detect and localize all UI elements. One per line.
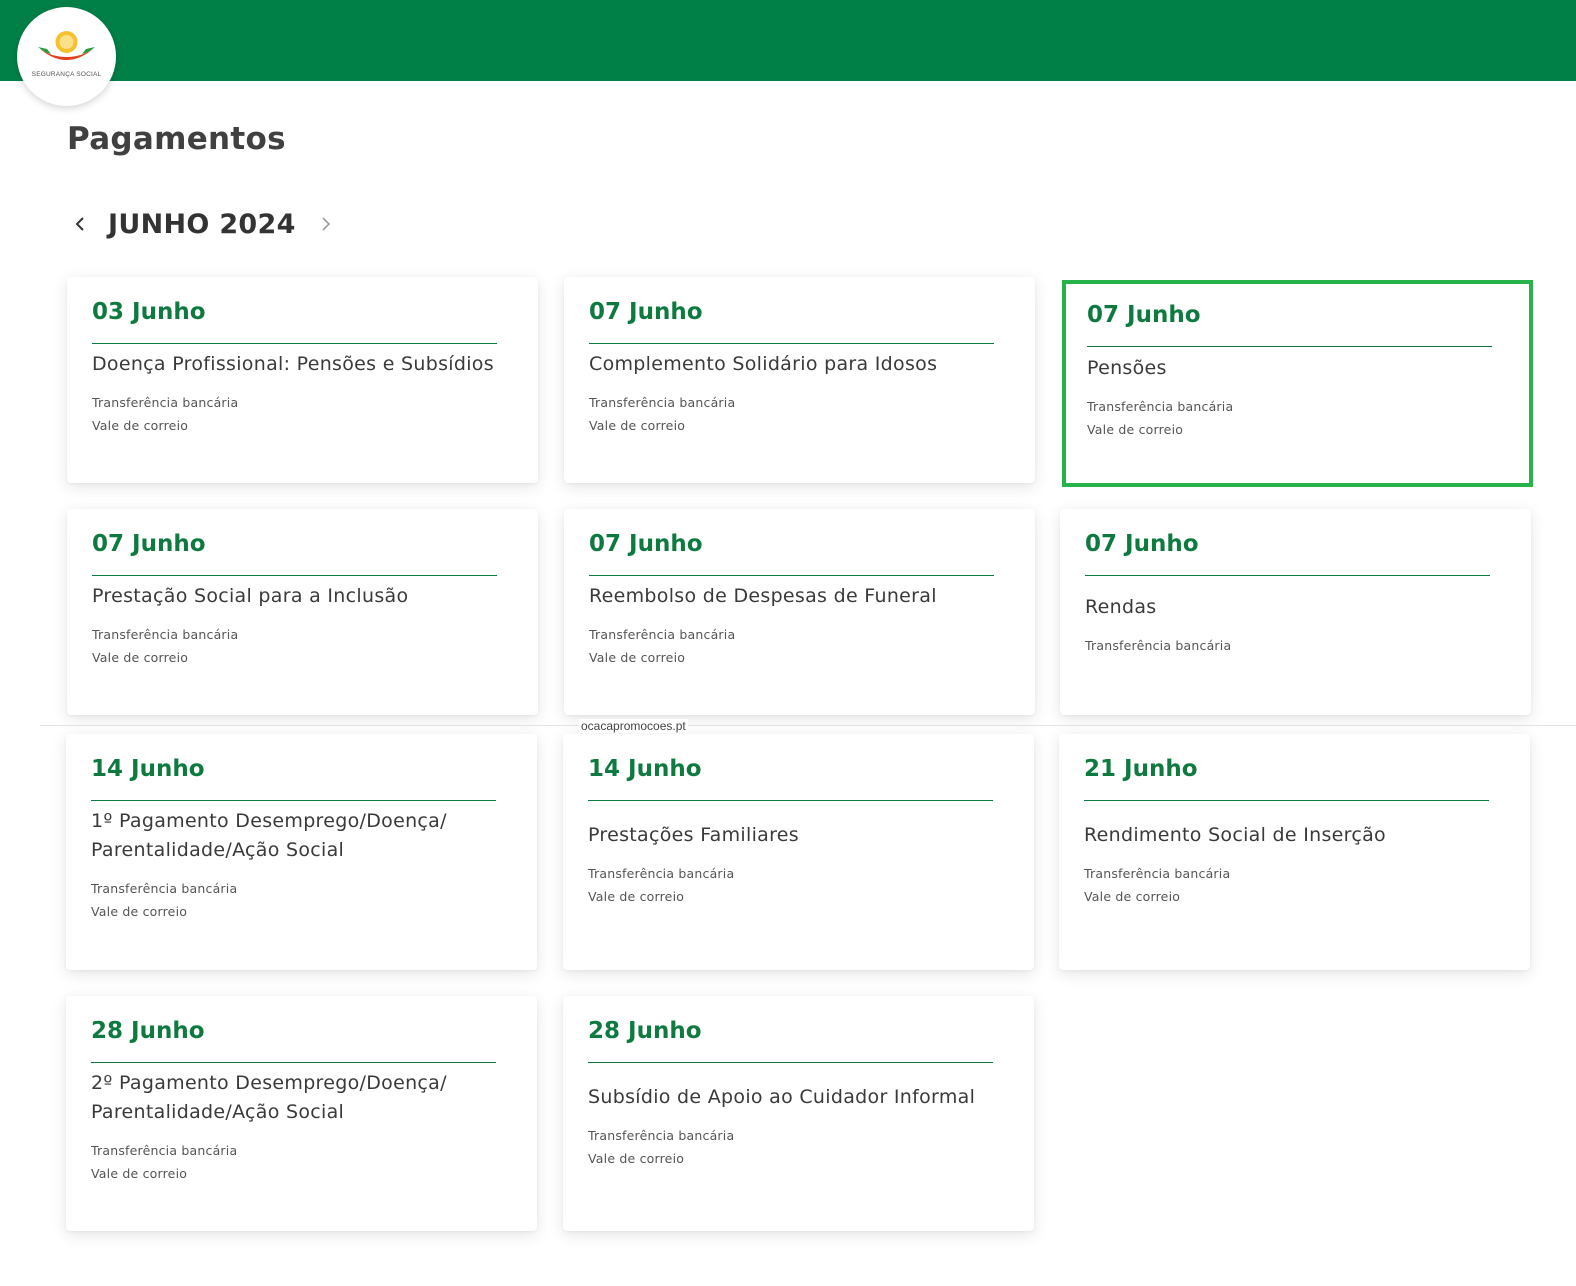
payment-method: Transferência bancária	[589, 395, 736, 410]
payment-card[interactable]: 14 Junho 1º Pagamento Desemprego/Doença/ …	[66, 734, 537, 970]
payment-method: Vale de correio	[92, 418, 189, 433]
payment-card[interactable]: 07 Junho Rendas Transferência bancária	[1060, 509, 1531, 715]
payment-method: Transferência bancária	[92, 395, 239, 410]
card-body: Rendas Transferência bancária	[1085, 593, 1511, 657]
payment-methods: Transferência bancária Vale de correio	[91, 877, 517, 923]
card-divider	[1087, 346, 1492, 347]
payment-method: Transferência bancária	[588, 1128, 735, 1143]
card-body: 1º Pagamento Desemprego/Doença/ Parental…	[91, 807, 517, 923]
payment-method: Vale de correio	[589, 418, 686, 433]
logo-text: SEGURANÇA SOCIAL	[31, 71, 102, 78]
card-title: Prestações Familiares	[588, 824, 799, 846]
divider	[40, 725, 1576, 726]
payment-method: Vale de correio	[588, 889, 685, 904]
payment-method: Vale de correio	[91, 904, 188, 919]
payment-methods: Transferência bancária	[1085, 634, 1511, 657]
payment-methods: Transferência bancária Vale de correio	[92, 391, 518, 437]
card-body: Subsídio de Apoio ao Cuidador Informal Tr…	[588, 1083, 1014, 1170]
payment-methods: Transferência bancária Vale de correio	[589, 623, 1015, 669]
card-date: 28 Junho	[91, 1018, 205, 1044]
payment-method: Transferência bancária	[91, 1143, 238, 1158]
payment-method: Transferência bancária	[1087, 399, 1234, 414]
payment-method: Transferência bancária	[91, 881, 238, 896]
payment-methods: Transferência bancária Vale de correio	[92, 623, 518, 669]
card-divider	[589, 575, 994, 576]
payment-methods: Transferência bancária Vale de correio	[1087, 395, 1509, 441]
card-title: Rendimento Social de Inserção	[1084, 824, 1386, 846]
card-date: 21 Junho	[1084, 756, 1198, 782]
payment-method: Vale de correio	[91, 1166, 188, 1181]
card-divider	[92, 575, 497, 576]
card-body: Doença Profissional: Pensões e Subsídios…	[92, 350, 518, 437]
card-body: Prestação Social para a Inclusão Transfer…	[92, 582, 518, 669]
payment-card[interactable]: 21 Junho Rendimento Social de Inserção Tra…	[1059, 734, 1530, 970]
payment-method: Vale de correio	[92, 650, 189, 665]
payment-methods: Transferência bancária Vale de correio	[588, 862, 1014, 908]
card-divider	[589, 343, 994, 344]
card-title: Reembolso de Despesas de Funeral	[589, 585, 937, 607]
card-body: Pensões Transferência bancária Vale de cor…	[1087, 354, 1509, 441]
payment-card[interactable]: 07 Junho Complemento Solidário para Idoso…	[564, 277, 1035, 483]
month-label: JUNHO 2024	[108, 208, 296, 240]
card-title: Prestação Social para a Inclusão	[92, 585, 409, 607]
payment-method: Transferência bancária	[588, 866, 735, 881]
card-date: 07 Junho	[589, 299, 703, 325]
card-date: 07 Junho	[1087, 302, 1201, 328]
payment-method: Transferência bancária	[589, 627, 736, 642]
card-date: 07 Junho	[589, 531, 703, 557]
card-body: 2º Pagamento Desemprego/Doença/ Parental…	[91, 1069, 517, 1185]
seguranca-social-logo[interactable]: SEGURANÇA SOCIAL	[17, 7, 116, 106]
payment-method: Transferência bancária	[92, 627, 239, 642]
card-title: 1º Pagamento Desemprego/Doença/ Parental…	[91, 810, 447, 861]
payment-card[interactable]: 07 Junho Pensões Transferência bancária Val…	[1062, 280, 1533, 487]
card-date: 14 Junho	[91, 756, 205, 782]
card-body: Prestações Familiares Transferência bancá…	[588, 821, 1014, 908]
chevron-right-icon[interactable]	[314, 212, 338, 236]
card-divider	[588, 1062, 993, 1063]
payment-card[interactable]: 03 Junho Doença Profissional: Pensões e S…	[67, 277, 538, 483]
payment-method: Vale de correio	[589, 650, 686, 665]
card-date: 14 Junho	[588, 756, 702, 782]
month-navigator: JUNHO 2024	[68, 204, 338, 244]
card-body: Complemento Solidário para Idosos Transfe…	[589, 350, 1015, 437]
payment-card[interactable]: 28 Junho Subsídio de Apoio ao Cuidador In…	[563, 996, 1034, 1231]
payment-card[interactable]: 07 Junho Prestação Social para a Inclusão…	[67, 509, 538, 715]
top-bar	[0, 0, 1576, 81]
payment-card[interactable]: 28 Junho 2º Pagamento Desemprego/Doença/ …	[66, 996, 537, 1231]
payment-methods: Transferência bancária Vale de correio	[589, 391, 1015, 437]
card-divider	[91, 800, 496, 801]
logo-emblem-icon	[38, 31, 95, 60]
card-title: Subsídio de Apoio ao Cuidador Informal	[588, 1086, 976, 1108]
watermark-text: ocacapromocoes.pt	[579, 719, 688, 733]
card-divider	[588, 800, 993, 801]
payment-method: Vale de correio	[1084, 889, 1181, 904]
payment-card[interactable]: 07 Junho Reembolso de Despesas de Funeral…	[564, 509, 1035, 715]
card-date: 07 Junho	[92, 531, 206, 557]
payment-method: Transferência bancária	[1085, 638, 1232, 653]
chevron-left-icon[interactable]	[68, 212, 92, 236]
card-date: 28 Junho	[588, 1018, 702, 1044]
card-divider	[1084, 800, 1489, 801]
card-title: Rendas	[1085, 596, 1157, 618]
payment-method: Vale de correio	[1087, 422, 1184, 437]
card-body: Rendimento Social de Inserção Transferênc…	[1084, 821, 1510, 908]
payment-method: Vale de correio	[588, 1151, 685, 1166]
payment-method: Transferência bancária	[1084, 866, 1231, 881]
payment-methods: Transferência bancária Vale de correio	[91, 1139, 517, 1185]
card-date: 07 Junho	[1085, 531, 1199, 557]
card-title: Complemento Solidário para Idosos	[589, 353, 938, 375]
card-body: Reembolso de Despesas de Funeral Transfer…	[589, 582, 1015, 669]
card-divider	[1085, 575, 1490, 576]
page-title: Pagamentos	[67, 121, 286, 157]
card-divider	[91, 1062, 496, 1063]
card-title: Doença Profissional: Pensões e Subsídios	[92, 353, 494, 375]
payment-methods: Transferência bancária Vale de correio	[1084, 862, 1510, 908]
card-title: Pensões	[1087, 357, 1167, 379]
card-divider	[92, 343, 497, 344]
card-date: 03 Junho	[92, 299, 206, 325]
payment-methods: Transferência bancária Vale de correio	[588, 1124, 1014, 1170]
card-title: 2º Pagamento Desemprego/Doença/ Parental…	[91, 1072, 447, 1123]
payment-card[interactable]: 14 Junho Prestações Familiares Transferênc…	[563, 734, 1034, 970]
